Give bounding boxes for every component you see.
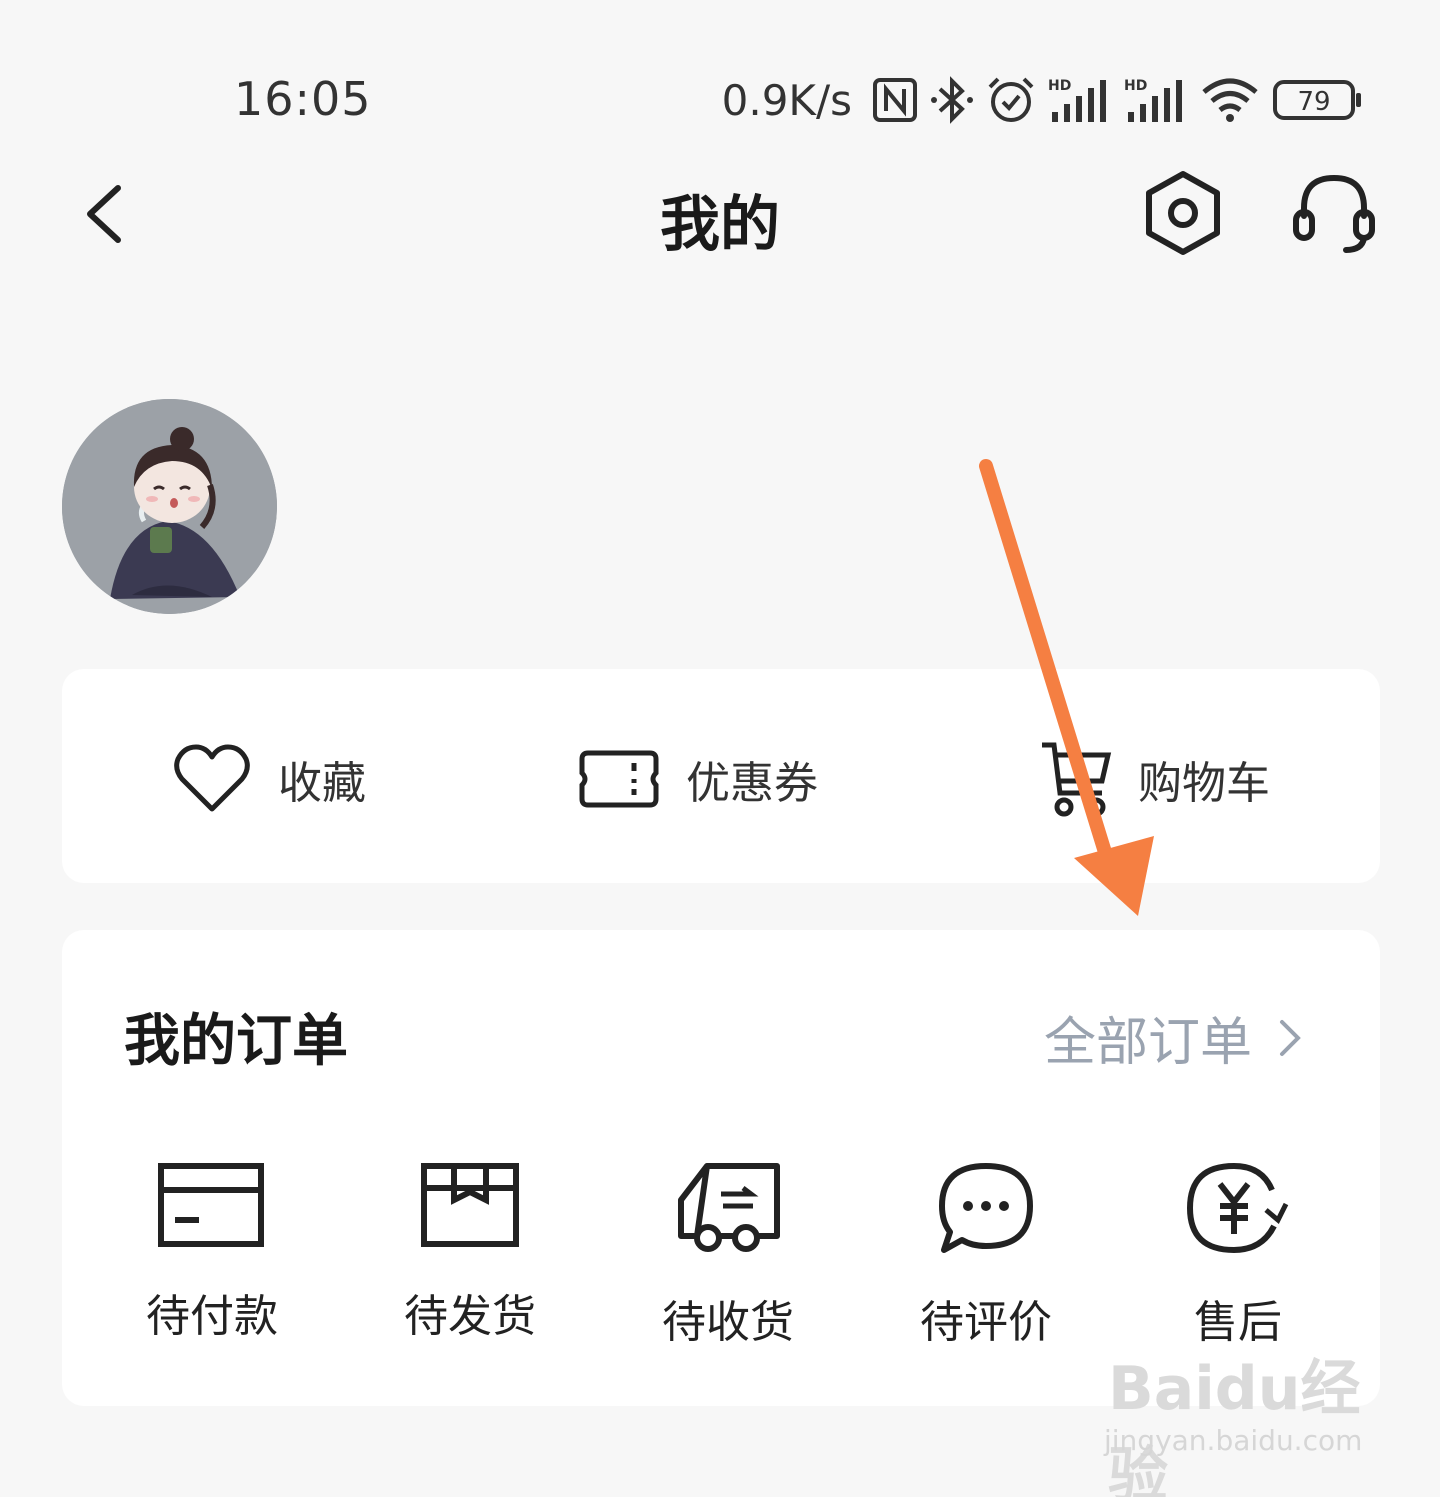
chevron-right-icon [1280, 1019, 1301, 1056]
all-orders-link[interactable]: 全部订单 [1044, 1000, 1302, 1075]
card-icon [158, 1163, 264, 1247]
quick-links-card: 收藏 优惠券 购物车 [62, 669, 1380, 883]
chat-icon [939, 1163, 1033, 1253]
watermark-logo: Baidu经验 [1108, 1354, 1361, 1497]
order-pending-shipment-label: 待发货 [404, 1291, 536, 1342]
order-after-sales[interactable]: 售后 [1138, 1160, 1338, 1350]
baidu-watermark: Baidu经验 jingyan.baidu.com [1100, 1340, 1380, 1497]
order-pending-payment[interactable]: 待付款 [112, 1160, 312, 1344]
headset-icon [1293, 174, 1375, 253]
all-orders-label: 全部订单 [1043, 1013, 1252, 1073]
settings-button[interactable] [1138, 168, 1228, 258]
order-pending-payment-label: 待付款 [146, 1291, 278, 1342]
status-bar: 16:05 0.9K/s HD HD 79 [0, 60, 1440, 140]
order-pending-review-label: 待评价 [920, 1297, 1052, 1348]
hd-signal-icon: HD [1048, 78, 1106, 122]
cart-link[interactable]: 购物车 [1038, 739, 1270, 819]
alarm-icon [988, 77, 1034, 122]
svg-text:HD: HD [1048, 78, 1071, 94]
avatar[interactable] [62, 399, 277, 614]
net-speed: 0.9K/s [721, 75, 852, 125]
avatar-illustration [62, 399, 277, 614]
watermark-url: jingyan.baidu.com [1104, 1424, 1363, 1457]
customer-service-button[interactable] [1286, 168, 1382, 258]
hd-signal-icon: HD [1124, 78, 1182, 122]
wifi-icon [1202, 78, 1258, 122]
favorites-link[interactable]: 收藏 [172, 739, 366, 819]
cart-label: 购物车 [1138, 758, 1270, 809]
truck-icon [678, 1163, 780, 1252]
order-pending-review[interactable]: 待评价 [886, 1160, 1086, 1350]
bluetooth-icon [931, 76, 973, 124]
battery-level: 79 [1297, 87, 1330, 117]
order-pending-shipment[interactable]: 待发货 [370, 1160, 570, 1344]
orders-card: 我的订单 全部订单 待付款 待发货 待收货 待评价 售后 [62, 930, 1380, 1406]
coupon-icon [579, 750, 659, 808]
nfc-icon [873, 78, 917, 122]
favorites-label: 收藏 [278, 758, 366, 809]
yuan-refund-icon [1186, 1162, 1289, 1254]
svg-text:HD: HD [1124, 78, 1147, 94]
status-time: 16:05 [234, 72, 372, 126]
box-icon [421, 1163, 519, 1247]
hexagon-settings-icon [1146, 171, 1220, 255]
battery-icon: 79 [1273, 80, 1361, 120]
back-button[interactable] [70, 174, 150, 254]
order-pending-receipt[interactable]: 待收货 [628, 1160, 828, 1350]
order-pending-receipt-label: 待收货 [662, 1297, 794, 1348]
nav-bar: 我的 [0, 160, 1440, 270]
coupons-label: 优惠券 [686, 758, 818, 809]
orders-title: 我的订单 [124, 1009, 348, 1074]
cart-icon [1042, 742, 1112, 817]
coupons-link[interactable]: 优惠券 [578, 739, 818, 819]
status-icons: 0.9K/s HD HD 79 [722, 72, 1364, 128]
chevron-left-icon [87, 185, 121, 243]
heart-icon [174, 744, 250, 812]
